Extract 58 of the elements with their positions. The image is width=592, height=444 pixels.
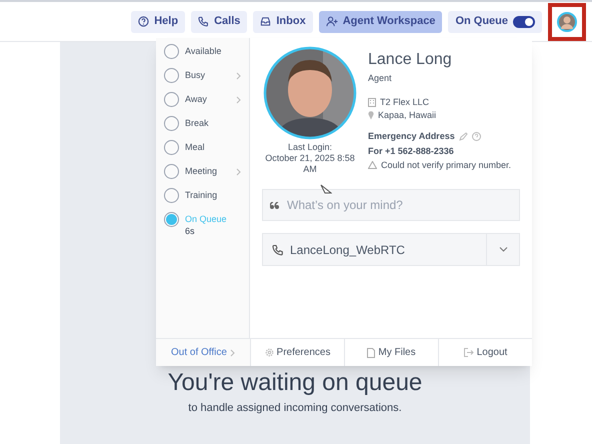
queue-toggle[interactable] — [513, 16, 535, 28]
person-icon — [326, 16, 338, 27]
user-title: Agent — [368, 72, 393, 85]
workspace-button[interactable]: Agent Workspace — [318, 10, 442, 32]
phone-icon — [272, 244, 284, 256]
status-radio[interactable] — [164, 68, 179, 83]
location-pin-icon — [368, 110, 374, 120]
inbox-button[interactable]: Inbox — [253, 10, 313, 32]
status-radio[interactable] — [164, 140, 179, 155]
status-label[interactable]: Meeting — [185, 165, 230, 177]
emergency-number: For +1 562-888-2336 — [368, 145, 455, 158]
status-radio[interactable] — [164, 212, 179, 227]
location: Kapaa, Hawaii — [378, 108, 436, 122]
phone-icon — [198, 16, 210, 27]
main-subtext: to handle assigned incoming conversations. — [188, 401, 402, 416]
cursor-icon — [320, 184, 332, 196]
pencil-icon[interactable] — [458, 132, 468, 141]
last-login-date: October 21, 2025 8:58 AM — [264, 153, 356, 175]
building-icon — [368, 98, 376, 106]
status-duration: 6s — [185, 225, 196, 237]
out-of-office-button[interactable]: Out of Office — [156, 339, 250, 366]
status-radio[interactable] — [164, 92, 179, 107]
avatar-button[interactable] — [548, 2, 586, 40]
document-icon — [367, 348, 376, 358]
status-label[interactable]: Away — [185, 93, 230, 105]
status-radio[interactable] — [164, 164, 179, 179]
help-button[interactable]: Help — [131, 10, 186, 32]
avatar-icon — [557, 12, 577, 32]
user-name: Lance Long — [368, 50, 453, 70]
gear-icon — [264, 348, 274, 357]
status-radio[interactable] — [164, 44, 179, 59]
quote-icon — [270, 202, 280, 209]
calls-button[interactable]: Calls — [191, 10, 248, 32]
logout-button[interactable]: Logout — [438, 339, 532, 366]
help-icon — [138, 16, 150, 27]
inbox-icon — [260, 16, 272, 27]
company-name: T2 Flex LLC — [380, 96, 430, 108]
last-login-label: Last Login: — [288, 142, 332, 153]
main-heading: You're waiting on queue — [168, 368, 422, 398]
status-radio[interactable] — [164, 188, 179, 203]
emergency-address-label: Emergency Address — [368, 130, 455, 143]
help-icon[interactable] — [472, 132, 481, 141]
status-radio[interactable] — [164, 116, 179, 131]
status-label[interactable]: Training — [185, 189, 241, 201]
logout-icon — [464, 348, 474, 357]
files-button[interactable]: My Files — [344, 339, 438, 366]
status-label[interactable]: Busy — [185, 69, 230, 81]
queue-label: On Queue — [455, 14, 508, 30]
status-label[interactable]: Break — [185, 117, 241, 129]
chevron-right-icon — [230, 348, 235, 356]
preferences-button[interactable]: Preferences — [250, 339, 344, 366]
status-message-field[interactable]: What’s on your mind? — [262, 189, 520, 221]
phone-selector[interactable]: LanceLong_WebRTC — [262, 233, 520, 266]
status-label[interactable]: Available — [185, 45, 241, 57]
warning-icon — [368, 161, 377, 169]
status-label[interactable]: Meal — [185, 141, 241, 153]
warning-message: Could not verify primary number. — [381, 158, 512, 172]
chevron-down-icon — [498, 247, 508, 252]
